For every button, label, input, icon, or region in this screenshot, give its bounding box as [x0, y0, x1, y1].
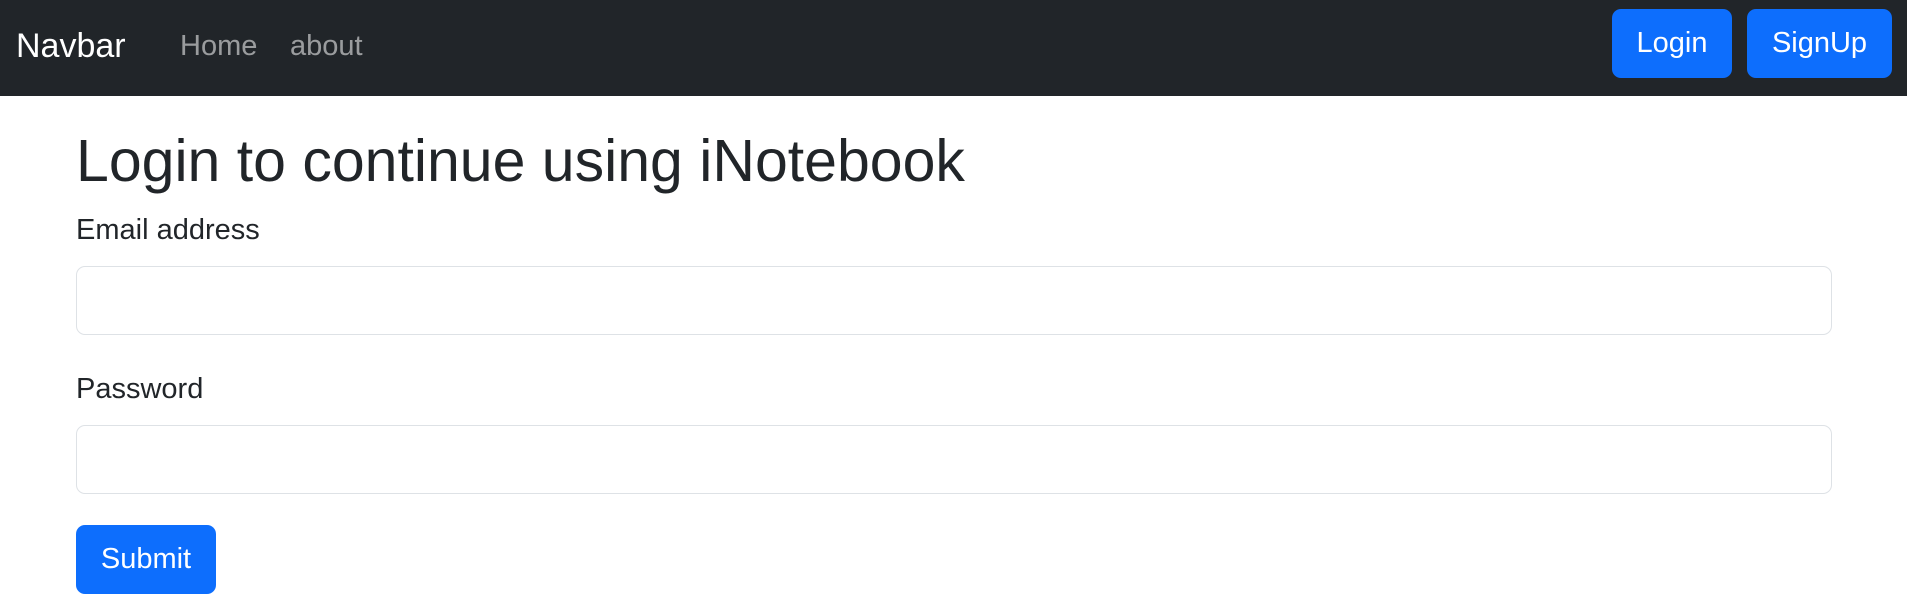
navbar-brand[interactable]: Navbar	[16, 24, 126, 68]
page-title: Login to continue using iNotebook	[76, 128, 965, 194]
login-button[interactable]: Login	[1612, 9, 1732, 78]
submit-button[interactable]: Submit	[76, 525, 216, 594]
signup-button[interactable]: SignUp	[1747, 9, 1892, 78]
email-label: Email address	[76, 214, 260, 246]
password-label: Password	[76, 373, 204, 405]
navbar: Navbar Home about Login SignUp	[0, 0, 1907, 96]
password-field[interactable]	[76, 425, 1832, 494]
nav-link-home[interactable]: Home	[180, 26, 257, 66]
nav-link-about[interactable]: about	[290, 26, 363, 66]
email-field[interactable]	[76, 266, 1832, 335]
